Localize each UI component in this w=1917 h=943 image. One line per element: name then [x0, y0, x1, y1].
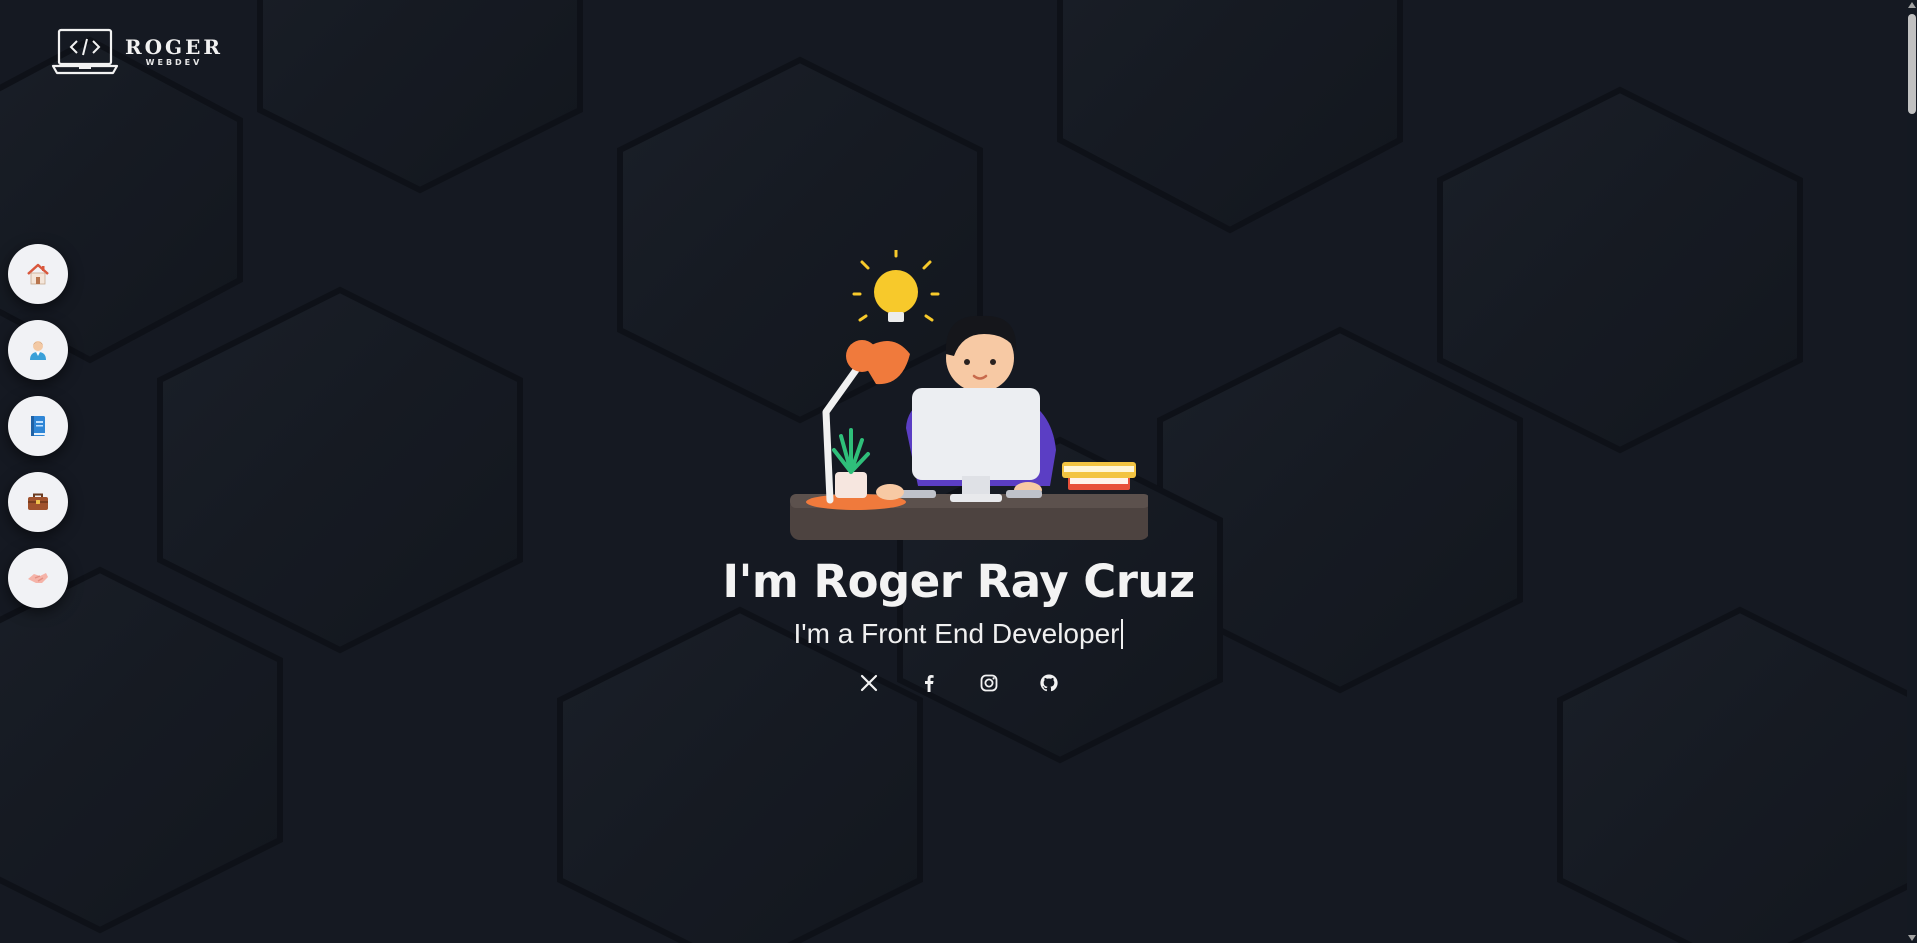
github-link[interactable]	[1038, 672, 1060, 694]
facebook-icon	[924, 675, 934, 692]
hero-section: I'm Roger Ray Cruz I'm a Front End Devel…	[0, 250, 1917, 694]
scroll-down-icon[interactable]	[1908, 935, 1916, 941]
developer-at-desk-illustration	[789, 250, 1148, 540]
logo-tagline: WEBDEV	[145, 58, 203, 67]
scroll-thumb[interactable]	[1908, 14, 1916, 114]
site-logo[interactable]: ROGER WEBDEV	[51, 28, 223, 76]
github-icon	[1039, 674, 1058, 692]
instagram-icon	[980, 674, 997, 692]
scroll-up-icon[interactable]	[1908, 2, 1916, 8]
instagram-link[interactable]	[978, 672, 1000, 694]
typing-cursor	[1121, 619, 1124, 649]
logo-name: ROGER	[125, 35, 223, 59]
x-twitter-icon	[860, 674, 877, 692]
hero-title: I'm Roger Ray Cruz	[722, 555, 1195, 608]
hero-subtitle: I'm a Front End Developer	[794, 618, 1124, 650]
laptop-code-icon	[51, 28, 119, 75]
page-scrollbar[interactable]	[1907, 0, 1917, 943]
typed-role-text: I'm a Front End Developer	[793, 618, 1120, 649]
facebook-link[interactable]	[918, 672, 940, 694]
social-links	[858, 672, 1060, 694]
x-twitter-link[interactable]	[858, 672, 880, 694]
